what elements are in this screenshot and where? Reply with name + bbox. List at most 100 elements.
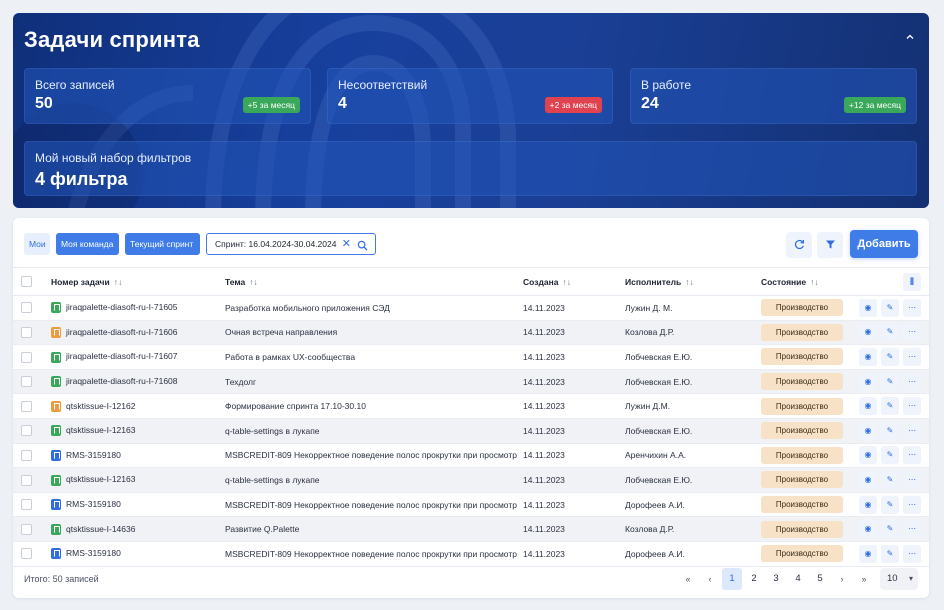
row-checkbox[interactable] [21,376,32,388]
page-button-2[interactable]: 2 [744,568,764,590]
row-checkbox[interactable] [21,449,32,461]
table-row[interactable]: jiraqpalette-diasoft-ru-I-71608 Техдолг 14… [13,369,929,395]
column-header-subject[interactable]: Тема ↑↓ [225,267,523,296]
view-eye-icon[interactable]: ◉ [859,421,877,440]
edit-pencil-icon[interactable]: ✎ [881,446,899,465]
more-options-icon[interactable]: ⋯ [903,520,921,539]
more-options-icon[interactable]: ⋯ [903,544,921,563]
sort-arrows-icon[interactable]: ↑↓ [685,277,694,287]
task-key[interactable]: jiraqpalette-diasoft-ru-I-71605 [66,302,178,312]
edit-pencil-icon[interactable]: ✎ [881,372,899,391]
view-eye-icon[interactable]: ◉ [859,298,877,317]
task-key[interactable]: jiraqpalette-diasoft-ru-I-71608 [66,376,178,386]
view-eye-icon[interactable]: ◉ [859,544,877,563]
page-button-1[interactable]: 1 [722,568,742,590]
row-checkbox[interactable] [21,425,32,437]
next-page-icon[interactable]: › [832,568,852,590]
refresh-button[interactable] [786,232,812,258]
table-row[interactable]: jiraqpalette-diasoft-ru-I-71606 Очная вст… [13,320,929,346]
edit-pencil-icon[interactable]: ✎ [881,495,899,514]
table-row[interactable]: qtsktissue-I-12162 Формирование спринта 1… [13,393,929,419]
table-row[interactable]: RMS-3159180 MSBCREDIT-809 Некорректное по… [13,541,929,567]
more-options-icon[interactable]: ⋯ [903,470,921,489]
row-checkbox[interactable] [21,474,32,486]
collapse-chevron-up-icon[interactable] [903,31,917,45]
chip-mine[interactable]: Мои [24,233,50,255]
rows-per-page-select[interactable]: 10 ▾ [880,568,918,590]
edit-pencil-icon[interactable]: ✎ [881,298,899,317]
task-key[interactable]: qtsktissue-I-12163 [66,425,135,435]
more-options-icon[interactable]: ⋯ [903,495,921,514]
task-key[interactable]: qtsktissue-I-14636 [66,524,135,534]
task-key[interactable]: qtsktissue-I-12163 [66,474,135,484]
column-settings-icon[interactable]: ⫼ [903,272,921,291]
edit-pencil-icon[interactable]: ✎ [881,520,899,539]
edit-pencil-icon[interactable]: ✎ [881,323,899,342]
page-button-3[interactable]: 3 [766,568,786,590]
sort-arrows-icon[interactable]: ↑↓ [562,277,571,287]
task-created: 14.11.2023 [523,425,565,436]
table-row[interactable]: jiraqpalette-diasoft-ru-I-71605 Разработк… [13,295,929,321]
edit-pencil-icon[interactable]: ✎ [881,347,899,366]
row-checkbox[interactable] [21,302,32,314]
column-header-created[interactable]: Создана ↑↓ [523,267,625,296]
more-options-icon[interactable]: ⋯ [903,397,921,416]
edit-pencil-icon[interactable]: ✎ [881,421,899,440]
edit-pencil-icon[interactable]: ✎ [881,544,899,563]
row-checkbox[interactable] [21,499,32,511]
more-options-icon[interactable]: ⋯ [903,372,921,391]
view-eye-icon[interactable]: ◉ [859,372,877,391]
page-button-4[interactable]: 4 [788,568,808,590]
edit-pencil-icon[interactable]: ✎ [881,397,899,416]
column-header-assignee[interactable]: Исполнитель ↑↓ [625,267,761,296]
search-icon[interactable] [357,238,368,258]
page-button-5[interactable]: 5 [810,568,830,590]
sort-arrows-icon[interactable]: ↑↓ [810,277,819,287]
prev-page-icon[interactable]: ‹ [700,568,720,590]
more-options-icon[interactable]: ⋯ [903,347,921,366]
table-row[interactable]: qtsktissue-I-12163 q-table-settings в лук… [13,467,929,493]
table-row[interactable]: RMS-3159180 MSBCREDIT-809 Некорректное по… [13,492,929,518]
view-eye-icon[interactable]: ◉ [859,446,877,465]
task-key[interactable]: RMS-3159180 [66,548,121,558]
column-header-key[interactable]: Номер задачи ↑↓ [51,267,225,296]
clear-close-icon[interactable]: ✕ [342,234,351,254]
table-row[interactable]: qtsktissue-I-14636 Развитие Q.Palette 14.1… [13,516,929,542]
select-all-checkbox[interactable] [21,276,32,288]
row-checkbox[interactable] [21,523,32,535]
view-eye-icon[interactable]: ◉ [859,323,877,342]
row-checkbox[interactable] [21,548,32,560]
edit-pencil-icon[interactable]: ✎ [881,470,899,489]
chip-my-team[interactable]: Моя команда [56,233,119,255]
filter-set-card[interactable]: Мой новый набор фильтров 4 фильтра [24,141,917,196]
task-key[interactable]: RMS-3159180 [66,499,121,509]
row-checkbox[interactable] [21,351,32,363]
more-options-icon[interactable]: ⋯ [903,446,921,465]
view-eye-icon[interactable]: ◉ [859,520,877,539]
first-page-icon[interactable]: « [678,568,698,590]
view-eye-icon[interactable]: ◉ [859,397,877,416]
more-options-icon[interactable]: ⋯ [903,421,921,440]
view-eye-icon[interactable]: ◉ [859,470,877,489]
more-options-icon[interactable]: ⋯ [903,323,921,342]
last-page-icon[interactable]: » [854,568,874,590]
view-eye-icon[interactable]: ◉ [859,495,877,514]
chip-current-sprint[interactable]: Текущий спринт [125,233,200,255]
sprint-filter-field[interactable]: Спринт: 16.04.2024-30.04.2024 ✕ [206,233,376,255]
row-checkbox[interactable] [21,400,32,412]
table-row[interactable]: jiraqpalette-diasoft-ru-I-71607 Работа в … [13,344,929,370]
task-key[interactable]: jiraqpalette-diasoft-ru-I-71607 [66,351,178,361]
sort-arrows-icon[interactable]: ↑↓ [249,277,258,287]
task-key[interactable]: jiraqpalette-diasoft-ru-I-71606 [66,327,178,337]
add-button[interactable]: Добавить [850,230,918,258]
sort-arrows-icon[interactable]: ↑↓ [114,277,123,287]
filter-button[interactable] [817,232,843,258]
task-key[interactable]: qtsktissue-I-12162 [66,401,135,411]
view-eye-icon[interactable]: ◉ [859,347,877,366]
more-options-icon[interactable]: ⋯ [903,298,921,317]
table-row[interactable]: qtsktissue-I-12163 q-table-settings в лук… [13,418,929,444]
table-row[interactable]: RMS-3159180 MSBCREDIT-809 Некорректное по… [13,443,929,469]
row-checkbox[interactable] [21,327,32,339]
column-header-status[interactable]: Состояние ↑↓ [761,267,855,296]
task-key[interactable]: RMS-3159180 [66,450,121,460]
